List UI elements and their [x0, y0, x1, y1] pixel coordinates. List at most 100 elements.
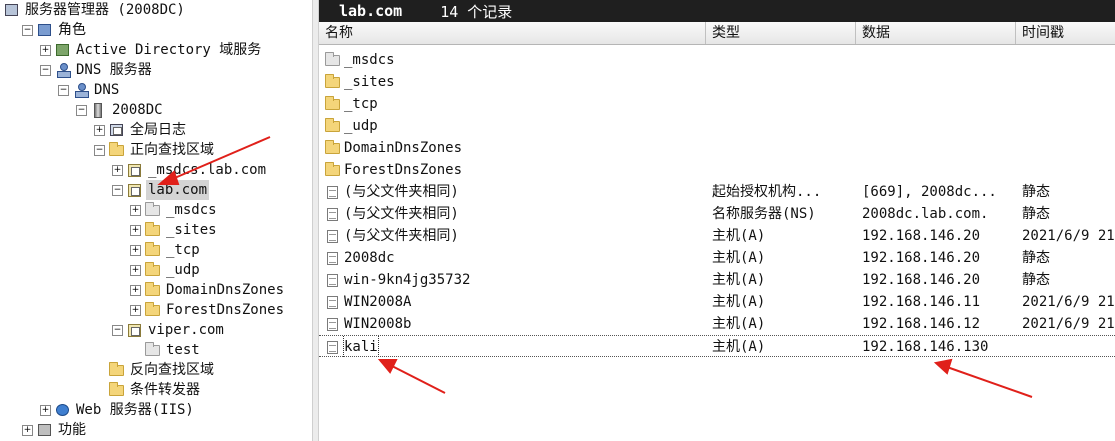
web-server-icon	[55, 403, 71, 417]
record-icon	[325, 207, 341, 221]
expand-toggle[interactable]: +	[22, 424, 33, 436]
record-row[interactable]: WIN2008A 主机(A) 192.168.146.11 2021/6/9 21	[319, 291, 1115, 313]
tree-node[interactable]: + _msdcs	[130, 200, 219, 220]
column-header-type[interactable]: 类型	[706, 22, 856, 44]
record-icon	[325, 185, 341, 199]
record-type: 主机(A)	[712, 228, 766, 244]
expand-toggle[interactable]: +	[40, 44, 51, 56]
record-row[interactable]: WIN2008b 主机(A) 192.168.146.12 2021/6/9 21	[319, 313, 1115, 335]
tree-node[interactable]: + 功能	[22, 420, 88, 440]
pane-splitter[interactable]	[312, 0, 319, 441]
tree-node[interactable]: + 全局日志	[94, 120, 188, 140]
tree-node[interactable]: + ForestDnsZones	[130, 300, 286, 320]
tree-node[interactable]: − 正向查找区域	[94, 140, 216, 160]
record-icon	[325, 251, 341, 265]
tree-node[interactable]: − 2008DC	[76, 100, 165, 120]
record-icon	[325, 273, 341, 287]
record-row[interactable]: _msdcs	[319, 49, 1115, 71]
expand-toggle[interactable]: +	[130, 224, 141, 236]
record-row[interactable]: _udp	[319, 115, 1115, 137]
record-row[interactable]: (与父文件夹相同) 起始授权机构... [669], 2008dc... 静态	[319, 181, 1115, 203]
column-header-name[interactable]: 名称	[319, 22, 706, 44]
tree-node-label: 正向查找区域	[130, 142, 214, 158]
collapse-toggle[interactable]: −	[94, 144, 105, 156]
collapse-toggle[interactable]: −	[76, 104, 87, 116]
collapse-toggle[interactable]: −	[112, 184, 123, 196]
tree-node-label: 2008DC	[112, 102, 163, 118]
tree-node[interactable]: + Web 服务器(IIS)	[40, 400, 196, 420]
tree-node[interactable]: − 角色	[22, 20, 88, 40]
record-count: 14 个记录	[440, 2, 513, 21]
tree-node[interactable]: + _msdcs.lab.com	[112, 160, 268, 180]
record-name-cell: _sites	[325, 71, 705, 93]
record-icon	[325, 295, 341, 309]
record-name-cell: 2008dc	[325, 247, 705, 269]
column-header-data[interactable]: 数据	[856, 22, 1016, 44]
record-row[interactable]: (与父文件夹相同) 主机(A) 192.168.146.20 2021/6/9 21	[319, 225, 1115, 247]
record-row[interactable]: _sites	[319, 71, 1115, 93]
expand-toggle[interactable]: +	[94, 124, 105, 136]
expand-toggle[interactable]: +	[40, 404, 51, 416]
record-name-cell: (与父文件夹相同)	[325, 181, 705, 203]
folder-icon	[145, 242, 161, 257]
tree-node[interactable]: + _sites	[130, 220, 219, 240]
tree-node[interactable]: + Active Directory 域服务	[40, 40, 263, 60]
expand-toggle[interactable]: +	[130, 204, 141, 216]
tree-node[interactable]: − DNS 服务器	[40, 60, 154, 80]
tree-node[interactable]: + _udp	[130, 260, 202, 280]
tree-node[interactable]: 服务器管理器 (2008DC)	[4, 0, 187, 20]
expand-toggle[interactable]: +	[112, 164, 123, 176]
record-name-cell: kali	[325, 336, 705, 358]
collapse-toggle[interactable]: −	[58, 84, 69, 96]
record-row[interactable]: kali 主机(A) 192.168.146.130	[319, 335, 1115, 358]
record-timestamp: 2021/6/9 21	[1022, 228, 1114, 244]
folder-icon	[109, 382, 125, 397]
roles-icon	[37, 23, 53, 37]
folder-icon	[325, 140, 341, 155]
record-name-cell: WIN2008A	[325, 291, 705, 313]
tree-node[interactable]: test	[130, 340, 202, 360]
tree-node[interactable]: + _tcp	[130, 240, 202, 260]
expand-toggle[interactable]: +	[130, 304, 141, 316]
tree-node-label: _tcp	[166, 242, 200, 258]
tree-node-label: Active Directory 域服务	[76, 42, 262, 58]
collapse-toggle[interactable]: −	[112, 324, 123, 336]
tree-node[interactable]: 条件转发器	[94, 380, 202, 400]
tree-node-label: 角色	[58, 22, 86, 38]
tree-node-label: 服务器管理器 (2008DC)	[25, 2, 185, 18]
tree-node[interactable]: − DNS	[58, 80, 121, 100]
tree-node[interactable]: + DomainDnsZones	[130, 280, 286, 300]
expand-toggle[interactable]: +	[130, 264, 141, 276]
collapse-toggle[interactable]: −	[22, 24, 33, 36]
record-timestamp: 2021/6/9 21	[1022, 294, 1114, 310]
record-row[interactable]: 2008dc 主机(A) 192.168.146.20 静态	[319, 247, 1115, 269]
record-name: _udp	[344, 118, 378, 134]
record-row[interactable]: (与父文件夹相同) 名称服务器(NS) 2008dc.lab.com. 静态	[319, 203, 1115, 225]
record-data: 2008dc.lab.com.	[862, 206, 989, 222]
record-row[interactable]: _tcp	[319, 93, 1115, 115]
record-timestamp: 2021/6/9 21	[1022, 316, 1114, 332]
record-name: 2008dc	[344, 250, 395, 266]
server-icon	[91, 103, 107, 118]
tree-node[interactable]: 反向查找区域	[94, 360, 216, 380]
record-row[interactable]: DomainDnsZones	[319, 137, 1115, 159]
active-directory-icon	[55, 43, 71, 57]
record-row[interactable]: win-9kn4jg35732 主机(A) 192.168.146.20 静态	[319, 269, 1115, 291]
column-header-timestamp[interactable]: 时间戳	[1016, 22, 1115, 44]
tree-node[interactable]: − lab.com	[112, 180, 210, 200]
record-name-cell: ForestDnsZones	[325, 159, 705, 181]
record-name-cell: _udp	[325, 115, 705, 137]
tree-node-label: 反向查找区域	[130, 362, 214, 378]
tree-node-label: _msdcs	[166, 202, 217, 218]
collapse-toggle[interactable]: −	[40, 64, 51, 76]
record-name: _sites	[344, 74, 395, 90]
record-data: 192.168.146.11	[862, 294, 981, 310]
expand-toggle[interactable]: +	[130, 284, 141, 296]
console-tree: 服务器管理器 (2008DC) − 角色 + Active Directory 域服务 −…	[0, 0, 312, 441]
tree-node[interactable]: − viper.com	[112, 320, 226, 340]
expand-toggle[interactable]: +	[130, 244, 141, 256]
record-row[interactable]: ForestDnsZones	[319, 159, 1115, 181]
zone-gray-icon	[145, 342, 161, 357]
